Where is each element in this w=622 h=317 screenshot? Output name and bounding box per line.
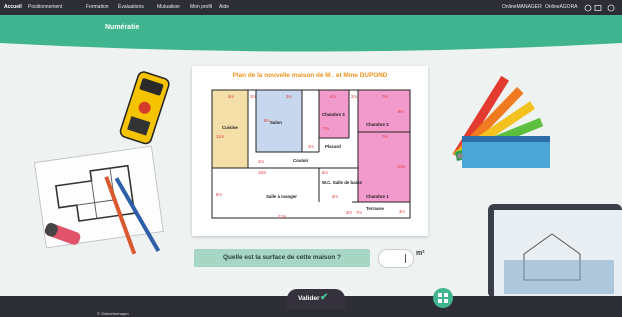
house-blueprint-illustration	[33, 145, 164, 255]
section-banner: Numératie	[0, 15, 622, 43]
calculator-icon	[438, 293, 448, 303]
floor-plan: Plan de la nouvelle maison de M . et Mme…	[192, 66, 428, 236]
dim-label: 10m	[397, 164, 406, 169]
dim-label: 7m	[323, 126, 329, 131]
text-caret	[405, 254, 406, 263]
dim-label: 5m	[228, 94, 234, 99]
dim-label: 21m	[278, 214, 287, 219]
room-salle-a-manger: Salle à manger	[266, 194, 297, 199]
nav-positionnement[interactable]: Positionnement	[28, 4, 62, 10]
chat-icon[interactable]	[584, 4, 592, 12]
dim-label: 8m	[216, 192, 222, 197]
check-icon: ✔	[320, 292, 329, 303]
dim-label: 11m	[216, 134, 224, 139]
tablet-illustration	[488, 204, 622, 298]
dim-label: 2m	[351, 94, 357, 99]
dim-label: 9m	[264, 118, 270, 123]
mail-icon[interactable]	[594, 5, 602, 11]
dim-label: 7m	[356, 210, 362, 215]
copyright-text: © Onlineformapro	[97, 311, 129, 316]
dim-label: 6m	[332, 194, 338, 199]
nav-mon-profil[interactable]: Mon profil	[190, 4, 212, 10]
dim-label: 6m	[398, 109, 404, 114]
nav-mutualiser[interactable]: Mutualiser	[157, 4, 180, 10]
room-terrasse: Terrasse	[366, 206, 385, 211]
dim-label: 3m	[286, 94, 292, 99]
dim-label: 5m	[322, 170, 328, 175]
dim-label: 3m	[346, 210, 352, 215]
dim-label: 3m	[399, 209, 405, 214]
question-text: Quelle est la surface de cette maison ?	[223, 254, 341, 261]
dim-label: 4m	[330, 94, 336, 99]
surface-answer-input[interactable]	[378, 249, 414, 268]
nav-formation[interactable]: Formation	[86, 4, 109, 10]
room-wc-sdb: W.C. Salle de bains	[322, 180, 363, 185]
validate-label: Valider	[298, 295, 320, 302]
dim-label: 2m	[308, 144, 314, 149]
room-couloir: Couloir	[293, 158, 309, 163]
room-chambre-1: Chambre 1	[366, 194, 389, 199]
floor-plan-drawing: Cuisine Salon Chambre 3 Chambre 2 Placar…	[211, 89, 411, 219]
banner-curve	[0, 40, 622, 52]
top-navigation-bar: Accueil Positionnement Formation Évaluat…	[0, 0, 622, 15]
online-manager-link[interactable]: OnlineMANAGER	[502, 4, 542, 10]
nav-aide[interactable]: Aide	[219, 4, 229, 10]
room-salon: Salon	[270, 120, 282, 125]
color-swatch-fan-illustration	[452, 75, 550, 168]
section-title: Numératie	[105, 24, 140, 31]
room-chambre-3: Chambre 3	[322, 112, 345, 117]
dim-label: 2m	[250, 94, 256, 99]
dim-label: 7m	[382, 94, 388, 99]
calculator-button[interactable]	[433, 288, 453, 308]
room-chambre-2: Chambre 2	[366, 122, 389, 127]
nav-evaluations[interactable]: Évaluations	[118, 4, 144, 10]
online-agora-link[interactable]: OnlineAGORA	[545, 4, 578, 10]
dim-label: 2m	[258, 159, 264, 164]
room-placard: Placard	[325, 144, 341, 149]
power-icon[interactable]	[607, 4, 615, 12]
nav-accueil[interactable]: Accueil	[4, 4, 22, 10]
room-cuisine: Cuisine	[222, 125, 238, 130]
header-icons	[584, 4, 615, 12]
validate-button[interactable]: Valider ✔	[287, 289, 345, 309]
question-box: Quelle est la surface de cette maison ?	[194, 249, 370, 267]
unit-label: m²	[416, 250, 425, 257]
dim-label: 7m	[382, 134, 388, 139]
dim-label: 15m	[258, 170, 267, 175]
